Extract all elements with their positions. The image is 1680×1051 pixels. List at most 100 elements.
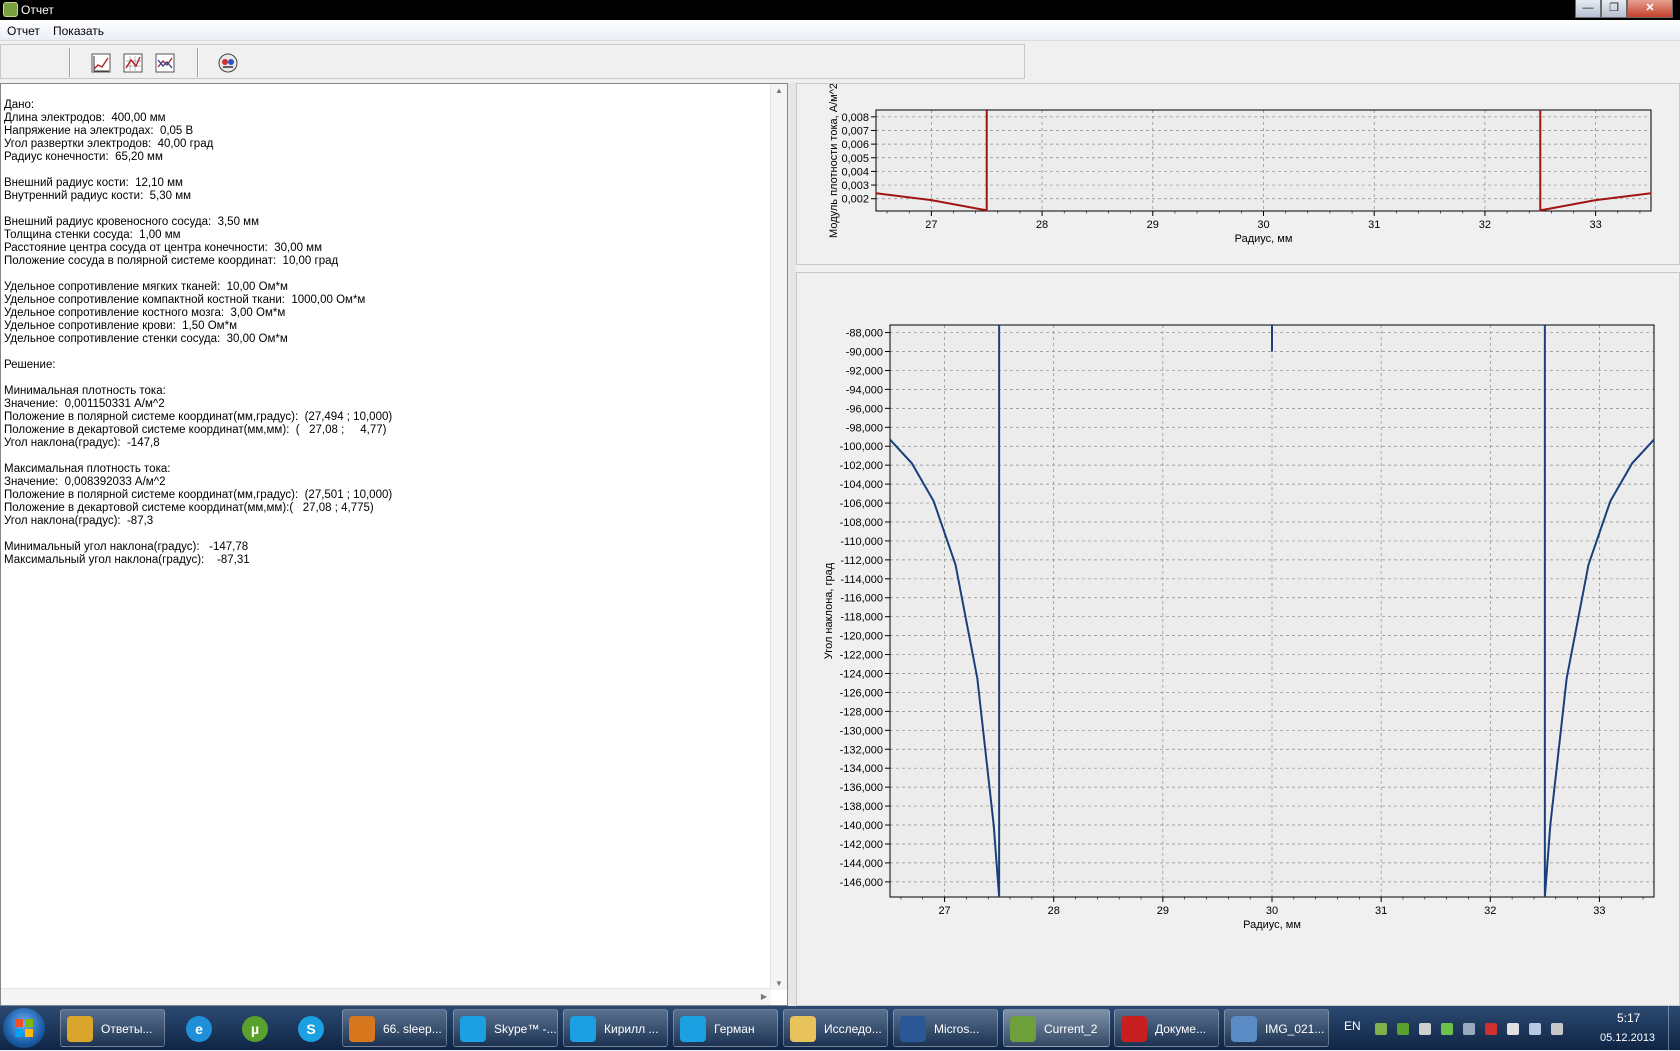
report-line: Удельное сопротивление стенки сосуда: 30… — [4, 333, 288, 345]
report-line: Значение: 0,001150331 А/м^2 — [4, 398, 165, 410]
toolbar — [0, 44, 1025, 79]
report-line: Дано: — [4, 99, 35, 111]
y-tick-label: -118,000 — [840, 612, 883, 624]
panel-splitter[interactable] — [788, 83, 796, 1006]
chrome-icon — [67, 1016, 93, 1042]
taskbar-item[interactable]: Герман — [673, 1009, 778, 1047]
y-tick-label: -130,000 — [840, 725, 883, 737]
taskbar-item-label: 66. sleep... — [383, 1022, 442, 1036]
taskbar-item[interactable]: Ответы... — [60, 1009, 165, 1047]
tray-flag-icon[interactable] — [1507, 1023, 1519, 1035]
y-tick-label: 0,003 — [841, 180, 869, 192]
scroll-up-icon[interactable]: ▲ — [775, 86, 783, 95]
taskbar-item-label: Кирилл ... — [604, 1022, 659, 1036]
y-tick-label: -140,000 — [840, 820, 883, 832]
horizontal-scrollbar[interactable]: ▶ — [1, 988, 771, 1005]
taskbar-item[interactable]: 66. sleep... — [342, 1009, 447, 1047]
report-line: Положение сосуда в полярной системе коор… — [4, 255, 339, 267]
taskbar-item[interactable]: Skype™ -... — [453, 1009, 558, 1047]
chart-both-button[interactable] — [154, 52, 176, 74]
report-line: Минимальный угол наклона(градус): -147,7… — [4, 541, 249, 553]
menu-show[interactable]: Показать — [53, 24, 104, 38]
report-line: Угол наклона(градус): -87,3 — [4, 515, 154, 527]
tray-network-icon[interactable] — [1375, 1023, 1387, 1035]
toolbar-separator — [197, 48, 199, 77]
report-line: Напряжение на электродах: 0,05 В — [4, 125, 194, 137]
x-tick-label: 28 — [1048, 905, 1060, 917]
scroll-right-icon[interactable]: ▶ — [761, 992, 767, 1001]
show-desktop-button[interactable] — [1668, 1006, 1680, 1050]
exit-icon — [218, 53, 238, 73]
y-tick-label: -116,000 — [840, 593, 883, 605]
system-tray: EN 5:17 05.12.2013 — [1335, 1006, 1680, 1050]
taskbar-item[interactable]: IMG_021... — [1224, 1009, 1329, 1047]
density-chart-panel: 27 28 29 30 31 32 33 0,008 0,007 0,006 0,005 0,004 0… — [796, 83, 1680, 265]
report-line: Расстояние центра сосуда от центра конеч… — [4, 242, 322, 254]
taskbar-item[interactable]: Кирилл ... — [563, 1009, 668, 1047]
menu-report[interactable]: Отчет — [7, 24, 40, 38]
report-line — [4, 372, 392, 385]
report-line: Толщина стенки сосуда: 1,00 мм — [4, 229, 181, 241]
report-line: Минимальная плотность тока: — [4, 385, 166, 397]
vertical-scrollbar[interactable]: ▲ ▼ — [770, 84, 787, 990]
tray-steam-icon[interactable] — [1463, 1023, 1475, 1035]
taskbar-item-label: Исследо... — [824, 1022, 882, 1036]
taskbar-item-label: Герман — [714, 1022, 755, 1036]
chat-icon — [570, 1016, 596, 1042]
skype-icon — [460, 1016, 486, 1042]
y-tick-label: -96,000 — [846, 403, 883, 415]
taskbar-pinned-ie[interactable]: e — [176, 1009, 222, 1047]
tray-speaker-icon[interactable] — [1419, 1023, 1431, 1035]
report-line: Положение в полярной системе координат(м… — [4, 489, 393, 501]
taskbar-item[interactable]: Micros... — [893, 1009, 998, 1047]
report-line — [4, 268, 392, 281]
y-tick-label: -138,000 — [840, 801, 883, 813]
report-line: Удельное сопротивление мягких тканей: 10… — [4, 281, 288, 293]
report-line: Угол развертки электродов: 40,00 град — [4, 138, 214, 150]
ie-icon: e — [186, 1016, 212, 1042]
close-button[interactable]: ✕ — [1627, 0, 1673, 18]
chart-density-button[interactable] — [90, 52, 112, 74]
x-tick-label: 33 — [1590, 219, 1602, 231]
taskbar-item-label: IMG_021... — [1265, 1022, 1325, 1036]
taskbar-pinned-utorrent[interactable]: µ — [232, 1009, 278, 1047]
angle-chart: 27 28 29 30 31 32 33 -88,000 -90,000 -92,000 -94,0… — [823, 324, 1655, 931]
taskbar-pinned-skype[interactable]: S — [288, 1009, 334, 1047]
scroll-down-icon[interactable]: ▼ — [775, 979, 783, 988]
report-line: Удельное сопротивление костного мозга: 3… — [4, 307, 286, 319]
taskbar-item[interactable]: Докуме... — [1114, 1009, 1219, 1047]
tray-volume-icon[interactable] — [1551, 1023, 1563, 1035]
y-tick-label: -92,000 — [846, 365, 883, 377]
app-icon — [1010, 1016, 1036, 1042]
report-line — [4, 203, 392, 216]
y-tick-label: -112,000 — [840, 555, 883, 567]
exit-button[interactable] — [217, 52, 239, 74]
report-line — [4, 528, 392, 541]
tray-app-icon[interactable] — [1441, 1023, 1453, 1035]
pdf-icon — [1121, 1016, 1147, 1042]
clock-time[interactable]: 5:17 — [1617, 1011, 1640, 1025]
x-tick-label: 29 — [1147, 219, 1159, 231]
tray-monitor-icon[interactable] — [1529, 1023, 1541, 1035]
clock-date[interactable]: 05.12.2013 — [1600, 1032, 1655, 1044]
chart-angle-button[interactable] — [122, 52, 144, 74]
report-line — [4, 164, 392, 177]
y-tick-label: -100,000 — [840, 441, 883, 453]
taskbar-item[interactable]: Исследо... — [783, 1009, 888, 1047]
x-tick-label: 31 — [1375, 905, 1387, 917]
y-tick-label: -122,000 — [840, 650, 883, 662]
tray-antivirus-icon[interactable] — [1485, 1023, 1497, 1035]
taskbar-item-label: Current_2 — [1044, 1022, 1098, 1036]
minimize-button[interactable]: — — [1575, 0, 1601, 18]
utorrent-icon: µ — [242, 1016, 268, 1042]
restore-button[interactable]: ❐ — [1601, 0, 1627, 18]
taskbar: Ответы... e µ S 66. sleep... Skype™ -... Кирил… — [0, 1006, 1680, 1050]
report-panel[interactable]: Дано: Длина электродов: 400,00 мм Напряжен… — [0, 83, 788, 1006]
language-indicator[interactable]: EN — [1344, 1019, 1361, 1033]
x-tick-label: 29 — [1157, 905, 1169, 917]
taskbar-item[interactable]: Current_2 — [1003, 1009, 1110, 1047]
start-button[interactable] — [3, 1008, 45, 1048]
y-tick-label: 0,002 — [841, 194, 869, 206]
tray-utorrent-icon[interactable] — [1397, 1023, 1409, 1035]
menu-bar: Отчет Показать — [0, 20, 1680, 41]
